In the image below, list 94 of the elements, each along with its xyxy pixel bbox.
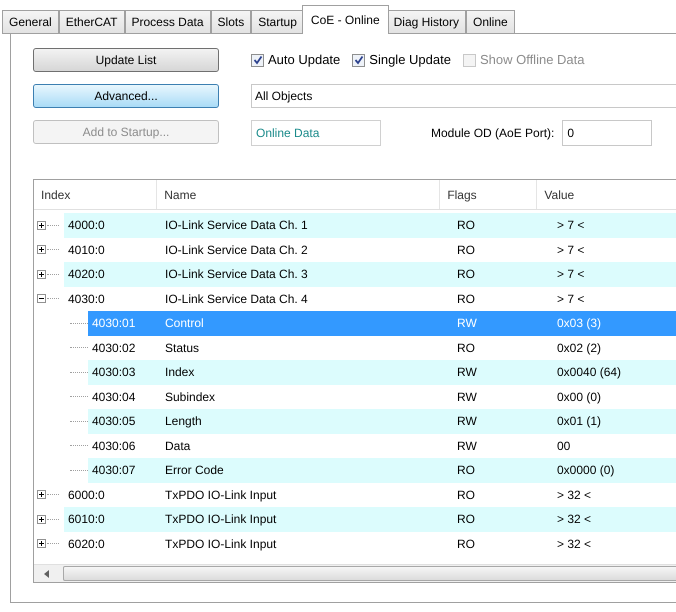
object-filter-dropdown[interactable]: All Objects bbox=[251, 84, 676, 108]
table-cell-text: RW bbox=[456, 388, 478, 406]
collapse-icon[interactable] bbox=[37, 294, 46, 304]
table-cell-text: 0x00 (0) bbox=[556, 388, 602, 406]
table-cell-text: 0x02 (2) bbox=[556, 340, 602, 357]
table-cell-text: IO-Link Service Data Ch. 1 bbox=[164, 217, 309, 234]
table-cell-text: 0x0000 (0) bbox=[556, 462, 616, 480]
table-cell-text: 4030:03 bbox=[91, 364, 136, 382]
table-cell-text: RO bbox=[456, 462, 476, 480]
table-cell-text: > 32 < bbox=[556, 511, 592, 528]
table-cell-text: 0x0040 (64) bbox=[556, 364, 622, 382]
table-cell-text: RO bbox=[456, 340, 476, 357]
expand-icon[interactable] bbox=[37, 539, 46, 548]
table-cell-text: 00 bbox=[556, 438, 572, 455]
table-cell-text: RW bbox=[456, 315, 478, 332]
expand-icon[interactable] bbox=[37, 514, 46, 524]
column-header[interactable]: Index bbox=[34, 180, 158, 209]
tree-row[interactable]: 4030:05 Length RW 0x01 (1) bbox=[88, 409, 676, 434]
table-cell-text: Data bbox=[164, 438, 192, 455]
table-cell-text: 4030:05 bbox=[91, 413, 136, 430]
tab[interactable]: CoE - Online bbox=[302, 5, 389, 34]
table-cell-text: 6000:0 bbox=[67, 486, 106, 504]
checkbox[interactable] bbox=[251, 54, 264, 66]
table-cell-text: RO bbox=[456, 486, 476, 504]
expand-icon[interactable] bbox=[37, 220, 46, 230]
button[interactable]: Advanced... bbox=[33, 84, 219, 108]
table-cell-text: RW bbox=[456, 364, 478, 382]
table-cell-text: > 32 < bbox=[556, 486, 592, 504]
table-cell-text: RW bbox=[456, 413, 478, 430]
data-source-field[interactable]: Online Data bbox=[251, 120, 381, 146]
expand-icon[interactable] bbox=[37, 270, 46, 279]
table-cell-text: IO-Link Service Data Ch. 2 bbox=[164, 242, 309, 259]
table-cell-text: > 32 < bbox=[556, 536, 592, 553]
table-cell-text: 4020:0 bbox=[67, 266, 106, 284]
tab[interactable]: Diag History bbox=[386, 10, 466, 34]
tab[interactable]: General bbox=[2, 10, 59, 34]
checkbox-label[interactable]: Single Update bbox=[369, 50, 451, 70]
table-cell-text: RO bbox=[456, 242, 476, 259]
table-cell-text: 6010:0 bbox=[67, 511, 106, 528]
tree-row[interactable]: 6010:0 TxPDO IO-Link Input RO > 32 < bbox=[64, 507, 676, 532]
tab[interactable]: Online bbox=[466, 10, 515, 34]
scrollbar-thumb[interactable] bbox=[63, 566, 676, 581]
table-cell-text: 4030:04 bbox=[91, 388, 136, 406]
table-cell-text: 4030:01 bbox=[91, 315, 136, 332]
table-cell-text: 0x03 (3) bbox=[556, 315, 602, 332]
table-cell-text: 4030:0 bbox=[67, 290, 106, 308]
tree-row[interactable]: 4030:03 Index RW 0x0040 (64) bbox=[88, 360, 676, 384]
expand-icon[interactable] bbox=[37, 245, 46, 254]
checkbox-label[interactable]: Auto Update bbox=[268, 50, 340, 70]
table-cell-text: TxPDO IO-Link Input bbox=[164, 536, 278, 553]
module-od-label: Module OD (AoE Port): bbox=[431, 125, 554, 142]
table-cell-text: Error Code bbox=[164, 462, 225, 480]
table-cell-text: 4030:06 bbox=[91, 438, 136, 455]
table-cell-text: RO bbox=[456, 217, 476, 234]
column-header[interactable]: Flags bbox=[440, 180, 538, 209]
button[interactable]: Update List bbox=[33, 48, 219, 72]
table-cell-text: > 7 < bbox=[556, 217, 586, 234]
table-cell-text: 0x01 (1) bbox=[556, 413, 602, 430]
tab[interactable]: Slots bbox=[210, 10, 252, 34]
horizontal-scrollbar[interactable] bbox=[34, 564, 676, 582]
table-cell-text: RO bbox=[456, 511, 476, 528]
table-cell-text: RO bbox=[456, 290, 476, 308]
tree-row[interactable]: 4000:0 IO-Link Service Data Ch. 1 RO > 7 < bbox=[64, 213, 676, 238]
module-od-field[interactable]: 0 bbox=[562, 120, 652, 146]
table-cell-text: 4030:02 bbox=[91, 340, 136, 357]
table-cell-text: 4030:07 bbox=[91, 462, 136, 480]
tree-row[interactable]: 4030:07 Error Code RO 0x0000 (0) bbox=[88, 458, 676, 482]
table-cell-text: > 7 < bbox=[556, 242, 586, 259]
table-cell-text: 6020:0 bbox=[67, 536, 106, 553]
expand-icon[interactable] bbox=[37, 490, 46, 500]
tree-row[interactable]: 4020:0 IO-Link Service Data Ch. 3 RO > 7 < bbox=[64, 262, 676, 286]
column-header[interactable]: Value bbox=[537, 180, 676, 209]
table-cell-text: RO bbox=[456, 266, 476, 284]
scroll-left-icon[interactable] bbox=[44, 570, 49, 578]
table-cell-text: Index bbox=[164, 364, 196, 382]
table-cell-text: > 7 < bbox=[556, 290, 586, 308]
table-cell-text: RO bbox=[456, 536, 476, 553]
table-cell-text: IO-Link Service Data Ch. 3 bbox=[164, 266, 309, 284]
tab[interactable]: Process Data bbox=[124, 10, 211, 34]
table-cell-text: Control bbox=[164, 315, 205, 332]
table-cell-text: Subindex bbox=[164, 388, 216, 406]
table-cell-text: 4000:0 bbox=[67, 217, 106, 234]
column-header[interactable]: Name bbox=[157, 180, 440, 209]
table-cell-text: IO-Link Service Data Ch. 4 bbox=[164, 290, 309, 308]
checkbox[interactable] bbox=[352, 54, 366, 66]
table-cell-text: TxPDO IO-Link Input bbox=[164, 486, 278, 504]
tab[interactable]: EtherCAT bbox=[58, 10, 124, 34]
table-cell-text: Status bbox=[164, 340, 200, 357]
tab[interactable]: Startup bbox=[251, 10, 304, 34]
table-cell-text: RW bbox=[456, 438, 478, 455]
table-cell-text: Length bbox=[164, 413, 203, 430]
table-cell-text: > 7 < bbox=[556, 266, 586, 284]
table-cell-text: TxPDO IO-Link Input bbox=[164, 511, 278, 528]
table-cell-text: 4010:0 bbox=[67, 242, 106, 259]
